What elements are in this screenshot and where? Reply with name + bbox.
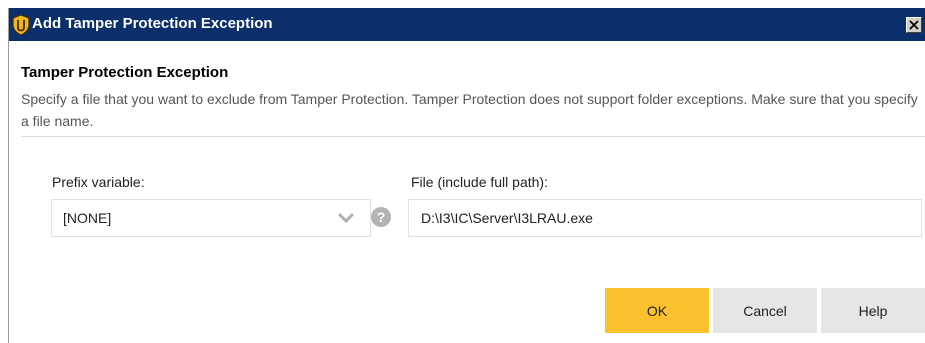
header-divider [21, 136, 925, 137]
title-bar[interactable]: Add Tamper Protection Exception [9, 8, 925, 41]
chevron-down-icon [337, 212, 355, 224]
close-button[interactable] [906, 17, 922, 33]
cancel-button[interactable]: Cancel [713, 288, 817, 333]
section-title: Tamper Protection Exception [21, 64, 229, 81]
prefix-variable-value: [NONE] [63, 210, 112, 226]
help-icon[interactable]: ? [371, 207, 391, 227]
dialog-title: Add Tamper Protection Exception [32, 15, 273, 32]
ok-button[interactable]: OK [605, 288, 709, 333]
file-path-input[interactable] [408, 199, 922, 237]
shield-icon [11, 14, 31, 36]
prefix-variable-select[interactable]: [NONE] [51, 199, 371, 237]
help-button[interactable]: Help [821, 288, 925, 333]
tamper-exception-dialog: Add Tamper Protection Exception Tamper P… [8, 8, 925, 343]
file-path-label: File (include full path): [411, 174, 548, 190]
section-description: Specify a file that you want to exclude … [21, 91, 918, 129]
close-icon [909, 20, 919, 30]
prefix-variable-label: Prefix variable: [52, 174, 145, 190]
